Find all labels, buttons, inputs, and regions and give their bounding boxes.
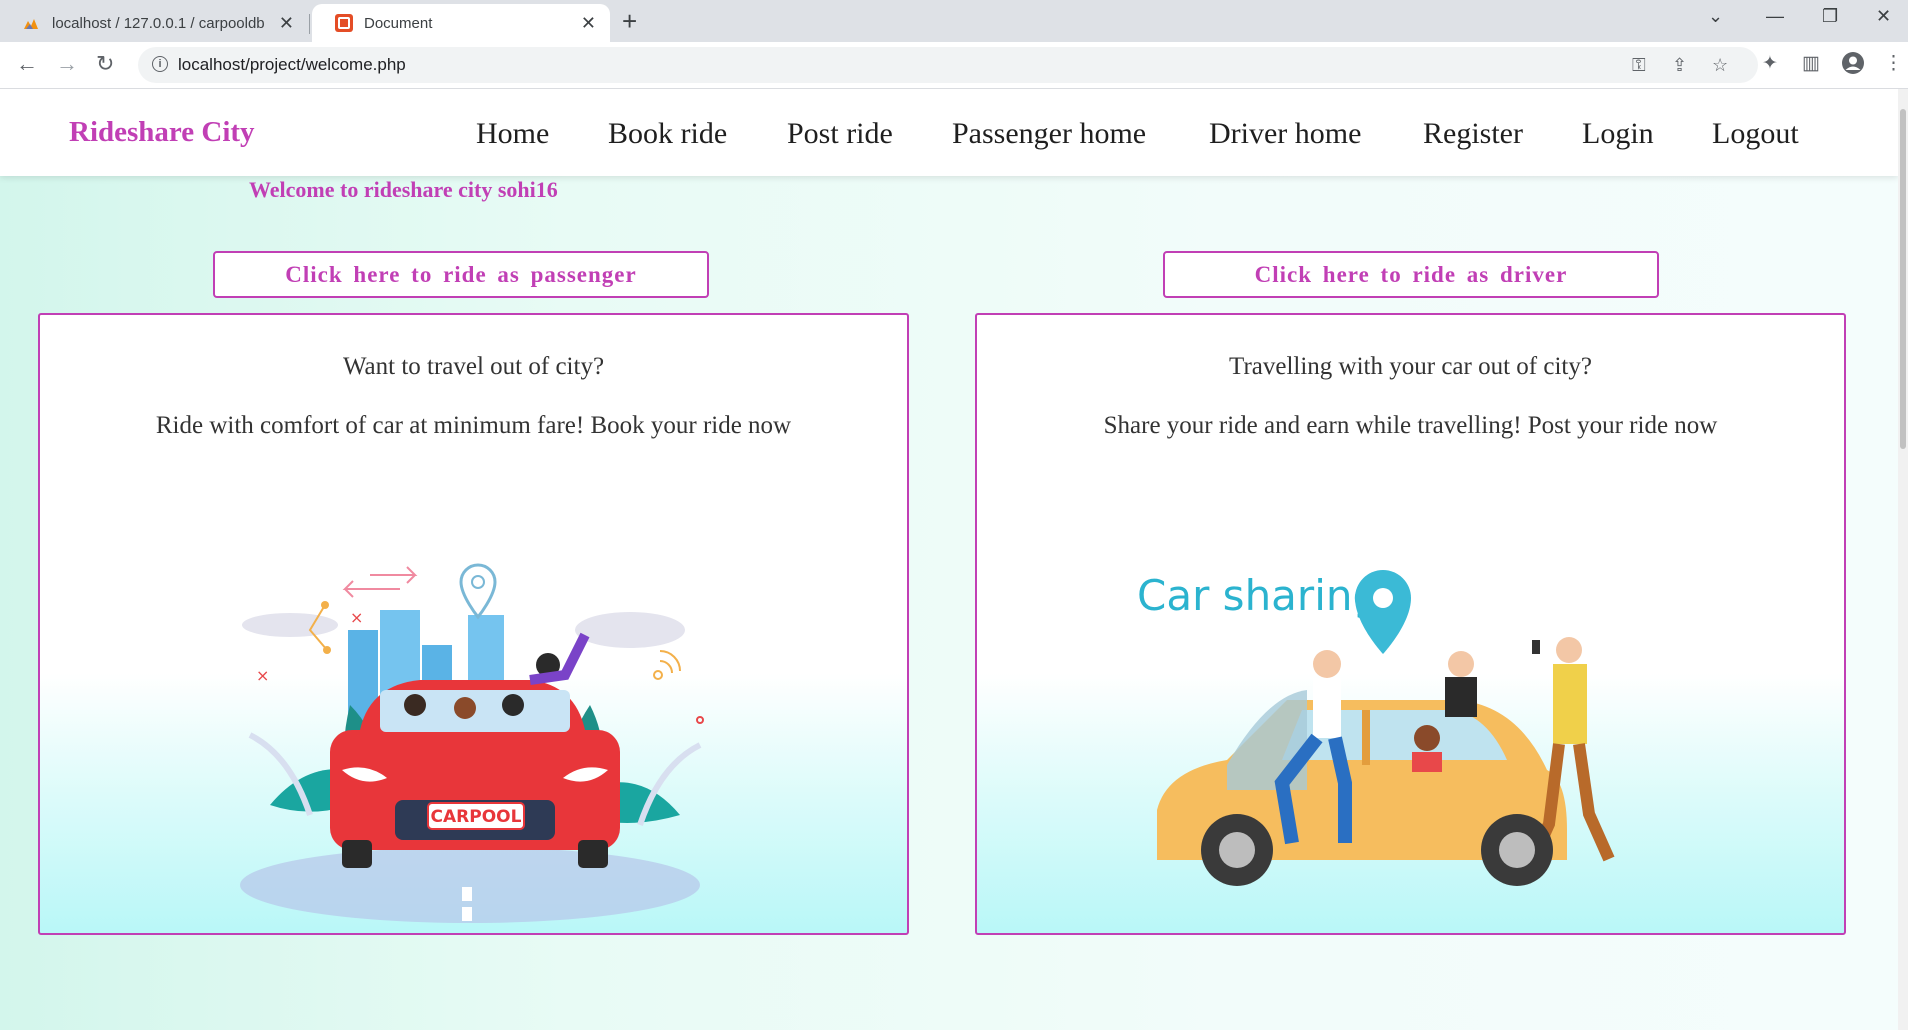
site-navbar: Rideshare City Home Book ride Post ride … — [0, 89, 1898, 176]
menu-kebab-icon[interactable]: ⋮ — [1884, 52, 1903, 75]
close-tab-icon[interactable]: ✕ — [279, 13, 294, 34]
minimize-icon[interactable]: — — [1766, 6, 1784, 27]
nav-post-ride[interactable]: Post ride — [787, 117, 893, 151]
page-viewport: Rideshare City Home Book ride Post ride … — [0, 89, 1898, 1030]
key-icon[interactable]: ⚿ — [1632, 55, 1646, 76]
tab-search-chevron-icon[interactable]: ⌄ — [1708, 6, 1723, 27]
tab-separator — [309, 14, 310, 34]
bookmark-star-icon[interactable]: ☆ — [1712, 55, 1728, 76]
tab-title: localhost / 127.0.0.1 / carpooldb — [52, 14, 265, 32]
restore-icon[interactable]: ❐ — [1822, 6, 1838, 27]
url-text[interactable]: localhost/project/welcome.php — [178, 55, 406, 75]
ride-as-passenger-button[interactable]: Click here to ride as passenger — [213, 251, 709, 298]
share-icon[interactable]: ⇪ — [1672, 55, 1687, 76]
back-arrow-icon[interactable]: ← — [16, 50, 38, 78]
passenger-card: Want to travel out of city? Ride with co… — [38, 313, 909, 935]
close-window-icon[interactable]: ✕ — [1876, 6, 1891, 27]
svg-text:×: × — [350, 608, 363, 627]
nav-logout[interactable]: Logout — [1712, 117, 1799, 151]
phpmyadmin-favicon-icon — [24, 19, 38, 29]
extensions-puzzle-icon[interactable]: ✦ — [1762, 52, 1778, 75]
browser-tab-phpmyadmin[interactable]: localhost / 127.0.0.1 / carpooldb ✕ — [0, 4, 308, 42]
close-tab-icon[interactable]: ✕ — [581, 13, 596, 34]
svg-text:×: × — [256, 666, 269, 685]
address-bar[interactable]: i localhost/project/welcome.php ⚿ ⇪ ☆ — [138, 47, 1758, 83]
browser-tab-document[interactable]: Document ✕ — [312, 4, 610, 42]
nav-passenger-home[interactable]: Passenger home — [952, 117, 1146, 151]
nav-driver-home[interactable]: Driver home — [1209, 117, 1361, 151]
driver-question: Travelling with your car out of city? — [1229, 353, 1592, 380]
car-sharing-illustration: Car sharing — [1137, 570, 1615, 886]
browser-toolbar: ← → ↻ i localhost/project/welcome.php ⚿ … — [0, 42, 1908, 89]
driver-card: Travelling with your car out of city? Sh… — [975, 313, 1846, 935]
profile-avatar-icon[interactable] — [1842, 52, 1864, 80]
nav-register[interactable]: Register — [1423, 117, 1523, 151]
nav-book-ride[interactable]: Book ride — [608, 117, 727, 151]
carpool-plate-text: CARPOOL — [431, 807, 522, 827]
browser-tabstrip: localhost / 127.0.0.1 / carpooldb ✕ Docu… — [0, 0, 1908, 42]
new-tab-icon[interactable]: + — [622, 8, 637, 34]
site-info-icon[interactable]: i — [152, 56, 168, 72]
site-brand[interactable]: Rideshare City — [69, 116, 255, 149]
reload-icon[interactable]: ↻ — [96, 50, 114, 78]
nav-home[interactable]: Home — [476, 117, 549, 151]
nav-login[interactable]: Login — [1582, 117, 1654, 151]
scrollbar-thumb[interactable] — [1900, 109, 1906, 449]
side-panel-icon[interactable]: ▥ — [1802, 52, 1820, 75]
carpool-illustration: × × CARPOOL — [240, 563, 704, 923]
ride-as-driver-button[interactable]: Click here to ride as driver — [1163, 251, 1659, 298]
document-favicon-icon — [335, 14, 353, 32]
welcome-message: Welcome to rideshare city sohi16 — [249, 177, 558, 202]
tab-title: Document — [364, 14, 433, 32]
passenger-question: Want to travel out of city? — [342, 353, 605, 380]
forward-arrow-icon[interactable]: → — [56, 50, 78, 78]
car-sharing-title: Car sharing — [1137, 571, 1379, 620]
driver-description: Share your ride and earn while travellin… — [1103, 412, 1718, 439]
passenger-description: Ride with comfort of car at minimum fare… — [155, 412, 792, 439]
page-scrollbar[interactable] — [1898, 89, 1908, 1030]
